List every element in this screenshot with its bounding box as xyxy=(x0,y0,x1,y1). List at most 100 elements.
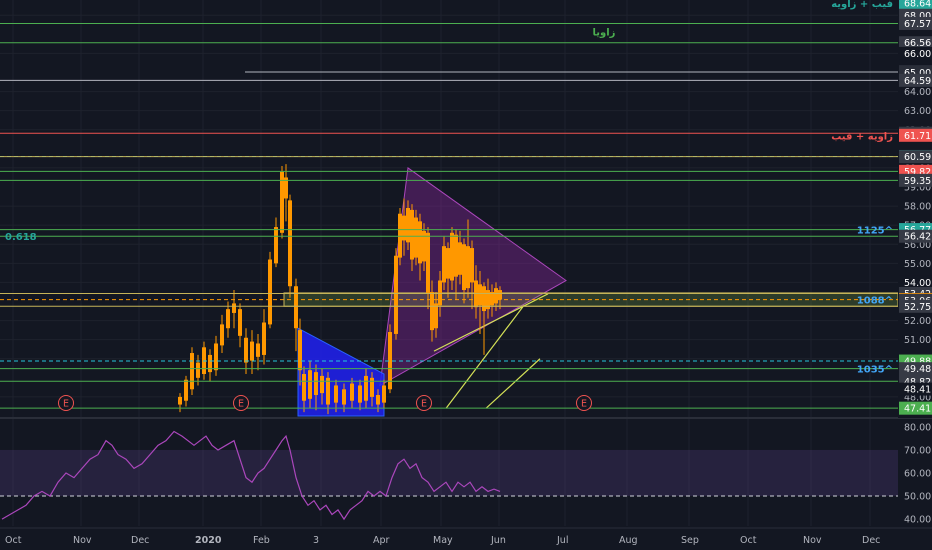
price-tag[interactable]: 64.59 xyxy=(899,73,932,87)
candle-body xyxy=(430,291,434,331)
price-tick-label: 52.00 xyxy=(904,316,931,327)
time-tick-label: Oct xyxy=(5,535,22,546)
level-label: 1125^ xyxy=(857,226,893,237)
candle-body xyxy=(342,389,346,405)
price-tag[interactable]: 52.75 xyxy=(899,299,932,313)
price-tag-label: 47.41 xyxy=(904,404,931,415)
candle-body xyxy=(470,248,474,283)
time-tick-label: Sep xyxy=(681,535,699,546)
price-tag-label: 48.41 xyxy=(904,385,931,396)
price-tag[interactable]: 61.71 xyxy=(899,128,932,142)
rsi-band xyxy=(0,449,898,497)
candle-body xyxy=(184,379,188,401)
time-tick-label: Nov xyxy=(73,535,92,546)
time-tick-label: Nov xyxy=(803,535,822,546)
level-label: 1088^ xyxy=(857,296,893,307)
price-tag-label: 56.42 xyxy=(904,232,931,243)
candle-body xyxy=(418,221,422,264)
event-marker[interactable]: E xyxy=(576,395,592,411)
level-label: 0.618 xyxy=(5,232,37,243)
candle-body xyxy=(434,303,438,329)
event-marker[interactable]: E xyxy=(58,395,74,411)
candle-body xyxy=(220,324,224,346)
price-tag[interactable]: 48.41 xyxy=(899,382,932,396)
rsi-tick-label: 70.00 xyxy=(904,445,931,456)
event-marker-label: E xyxy=(421,399,427,410)
candle-body xyxy=(494,288,498,304)
candle-body xyxy=(302,374,306,401)
level-label: 1035^ xyxy=(857,365,893,376)
candle-body xyxy=(442,246,446,283)
candle-body xyxy=(178,396,182,405)
price-tag[interactable]: 54.00 xyxy=(899,275,932,289)
candle-body xyxy=(394,255,398,334)
time-tick-label: Apr xyxy=(373,535,390,546)
price-tick-label: 58.00 xyxy=(904,202,931,213)
candle-body xyxy=(398,213,402,258)
candle-body xyxy=(326,377,330,405)
price-chart[interactable]: فیب + زاویه زاویا زاویه + فیب 0.618 1125^ 108… xyxy=(0,0,932,550)
candle-body xyxy=(498,290,502,300)
price-tag-label: 60.59 xyxy=(904,152,931,163)
candle-body xyxy=(410,209,414,260)
event-marker-label: E xyxy=(581,399,587,410)
event-marker[interactable]: E xyxy=(416,395,432,411)
rsi-tick-label: 80.00 xyxy=(904,422,931,433)
candle-body xyxy=(196,362,200,378)
candle-body xyxy=(466,246,470,289)
candle-body xyxy=(226,309,230,329)
candle-body xyxy=(370,377,374,397)
price-tag-label: 67.57 xyxy=(904,19,931,30)
price-axis[interactable]: 68.0066.0065.0064.0063.0062.0060.0059.00… xyxy=(898,0,932,418)
event-marker[interactable]: E xyxy=(233,395,249,411)
candle-body xyxy=(214,343,218,371)
price-tag-label: 59.35 xyxy=(904,176,931,187)
candle-body xyxy=(478,284,482,306)
time-tick-label: 3 xyxy=(313,535,319,546)
price-tag-label: 61.71 xyxy=(904,131,931,142)
candle-body xyxy=(232,303,236,313)
price-tick-label: 63.00 xyxy=(904,106,931,117)
candle-body xyxy=(406,208,410,243)
price-tag[interactable]: 56.42 xyxy=(899,229,932,243)
candle-body xyxy=(262,322,266,355)
price-tag-label: 66.00 xyxy=(904,49,931,60)
candle-body xyxy=(274,227,278,264)
time-tick-label: Jul xyxy=(556,535,568,546)
price-tag[interactable]: 60.59 xyxy=(899,150,932,164)
rsi-tick-label: 60.00 xyxy=(904,469,931,480)
candle-body xyxy=(294,286,298,329)
candle-body xyxy=(358,385,362,403)
rsi-tick-label: 40.00 xyxy=(904,515,931,526)
candle-body xyxy=(244,337,248,363)
price-tag-label: 64.59 xyxy=(904,76,931,87)
candle-body xyxy=(238,309,242,336)
candle-body xyxy=(190,353,194,390)
time-tick-label: Dec xyxy=(131,535,149,546)
candle-body xyxy=(250,341,254,361)
price-tag[interactable]: 59.35 xyxy=(899,173,932,187)
candle-body xyxy=(422,230,426,262)
price-tick-label: 51.00 xyxy=(904,335,931,346)
candle-body xyxy=(256,343,260,357)
rsi-axis[interactable]: 80.00 70.00 60.00 50.00 40.00 xyxy=(898,419,932,526)
candle-body xyxy=(364,375,368,401)
price-tag[interactable]: 49.48 xyxy=(899,362,932,376)
candle-body xyxy=(308,370,312,399)
price-tag-label: 52.75 xyxy=(904,302,931,313)
price-tick-label: 64.00 xyxy=(904,87,931,98)
price-tag-label: 49.48 xyxy=(904,364,931,375)
price-tag[interactable]: 67.57 xyxy=(899,16,932,30)
candle-body xyxy=(426,232,430,294)
price-tag[interactable]: 47.41 xyxy=(899,401,932,415)
candle-body xyxy=(462,244,466,291)
price-tag[interactable]: 68.64 xyxy=(899,0,932,10)
candle-body xyxy=(458,242,462,275)
level-label: زاویا xyxy=(593,27,616,38)
price-tag[interactable]: 66.00 xyxy=(899,46,932,60)
candle-body xyxy=(446,248,450,279)
price-tag-label: 68.64 xyxy=(904,0,931,10)
candle-body xyxy=(450,232,454,281)
candle-body xyxy=(288,200,292,287)
time-tick-label: 2020 xyxy=(195,535,222,546)
